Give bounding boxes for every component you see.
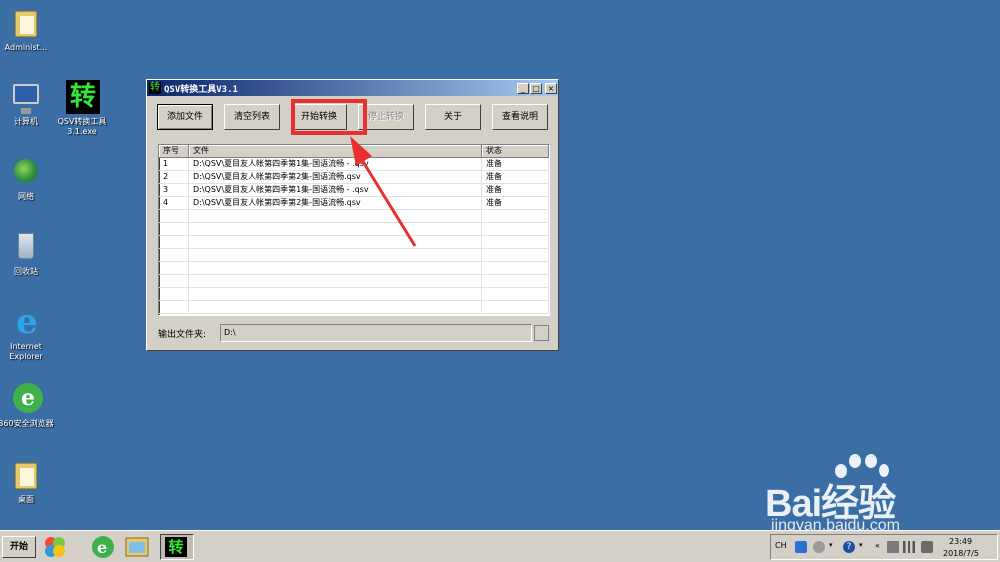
folder-icon [15,463,37,489]
row-status: 准备 [482,171,549,183]
row-file: D:\QSV\夏目友人帐第四季第1集-国语流畅 - .qsv [189,184,482,196]
system-tray: CH ▾ ? ▾ « 23:49 2018/7/5 [770,534,998,560]
row-file: D:\QSV\夏目友人帐第四季第1集-国语流畅 - .qsv [189,158,482,170]
close-button[interactable]: × [545,82,557,94]
taskbar-explorer-icon[interactable] [124,534,150,560]
app-icon: 转 [149,82,161,94]
row-index: 2 [159,171,189,183]
output-folder-row: 输出文件夹: D:\ [158,324,550,342]
clear-list-button[interactable]: 清空列表 [224,104,280,130]
show-hidden-icons-icon[interactable]: « [875,541,887,553]
desktop-icon-administrator[interactable]: Administ... [0,6,56,53]
desktop-icon-360-browser[interactable]: e 360安全浏览器 [0,382,56,429]
ime-icon[interactable] [795,541,807,553]
svg-text:e: e [97,538,107,557]
row-status: 准备 [482,184,549,196]
qsv-tool-icon: 转 [66,80,100,114]
empty-row [159,301,549,314]
clock-date[interactable]: 2018/7/5 [943,549,979,558]
maximize-button[interactable]: □ [530,82,542,94]
action-center-icon[interactable] [887,541,899,553]
taskbar-qsv-tool-button[interactable]: 转 [160,534,194,560]
desktop-icon-network[interactable]: 网络 [0,155,56,202]
table-row[interactable]: 2 D:\QSV\夏目友人帐第四季第2集-国语流畅.qsv 准备 [159,171,549,184]
taskbar-360-browser-icon[interactable]: e [90,534,116,560]
qsv-tool-icon: 转 [165,537,187,557]
table-row[interactable]: 1 D:\QSV\夏目友人帐第四季第1集-国语流畅 - .qsv 准备 [159,158,549,171]
start-button[interactable]: 开始 [2,536,36,558]
output-folder-label: 输出文件夹: [158,330,207,340]
desktop-icon-qsv-tool[interactable]: 转 QSV转换工具 3.1.exe [52,80,112,137]
desktop-icon-desktop-folder[interactable]: 桌面 [0,458,56,505]
desktop-icon-label: QSV转换工具 3.1.exe [57,117,107,136]
empty-row [159,288,549,301]
row-file: D:\QSV\夏目友人帐第四季第2集-国语流畅.qsv [189,171,482,183]
window-title: QSV转换工具V3.1 [164,84,238,95]
column-header-status[interactable]: 状态 [482,145,549,158]
network-signal-icon[interactable] [903,541,915,553]
360-browser-icon: e [13,383,43,413]
taskbar-media-icon[interactable] [42,534,68,560]
taskbar: 开始 e 转 CH ▾ ? ▾ « 23:49 2018/7/5 [0,530,1000,562]
empty-row [159,275,549,288]
table-row[interactable]: 4 D:\QSV\夏目友人帐第四季第2集-国语流畅.qsv 准备 [159,197,549,210]
row-index: 4 [159,197,189,209]
highlight-box [291,99,367,135]
qsv-converter-window: 转 QSV转换工具V3.1 _ □ × 添加文件 清空列表 开始转换 停止转换 … [146,79,559,351]
language-indicator[interactable]: CH [775,541,787,550]
desktop-icon-label: 网络 [18,192,34,201]
toolbar: 添加文件 清空列表 开始转换 停止转换 关于 查看说明 [157,99,548,135]
empty-row [159,236,549,249]
output-folder-field[interactable]: D:\ [220,324,532,342]
desktop-icon-label: 计算机 [14,117,38,126]
network-icon [14,159,38,183]
column-header-index[interactable]: 序号 [159,145,189,158]
desktop-icon-label: Internet Explorer [9,342,43,361]
desktop-icon-computer[interactable]: 计算机 [0,80,56,127]
about-button[interactable]: 关于 [425,104,481,130]
desktop-icon-label: 360安全浏览器 [0,419,54,428]
empty-row [159,223,549,236]
chevron-down-icon[interactable]: ▾ [829,541,835,553]
recycle-bin-icon [18,233,34,259]
empty-row [159,210,549,223]
row-index: 3 [159,184,189,196]
list-header: 序号 文件 状态 [159,145,549,158]
row-file: D:\QSV\夏目友人帐第四季第2集-国语流畅.qsv [189,197,482,209]
table-row[interactable]: 3 D:\QSV\夏目友人帐第四季第1集-国语流畅 - .qsv 准备 [159,184,549,197]
desktop-icon-label: 桌面 [18,495,34,504]
clock-time[interactable]: 23:49 [949,537,972,546]
help-icon[interactable]: ? [843,541,855,553]
desktop-icon-internet-explorer[interactable]: e Internet Explorer [0,305,56,362]
computer-icon [13,84,39,114]
row-index: 1 [159,158,189,170]
file-list[interactable]: 序号 文件 状态 1 D:\QSV\夏目友人帐第四季第1集-国语流畅 - .qs… [158,144,550,316]
window-titlebar[interactable]: 转 QSV转换工具V3.1 _ □ × [147,80,558,96]
baidu-watermark: Bai经验 jingyan.baidu.com [765,452,990,542]
volume-muted-icon[interactable] [921,541,933,553]
row-status: 准备 [482,158,549,170]
chevron-down-icon[interactable]: ▾ [859,541,865,553]
add-file-button[interactable]: 添加文件 [157,104,213,130]
settings-gear-icon[interactable] [813,541,825,553]
view-help-button[interactable]: 查看说明 [492,104,548,130]
empty-row [159,262,549,275]
desktop-icon-label: Administ... [4,43,48,52]
internet-explorer-icon: e [16,302,38,342]
desktop-icon-label: 回收站 [14,267,38,276]
desktop-icon-recycle-bin[interactable]: 回收站 [0,230,56,277]
user-folder-icon [15,11,37,37]
empty-row [159,249,549,262]
minimize-button[interactable]: _ [517,82,529,94]
row-status: 准备 [482,197,549,209]
column-header-file[interactable]: 文件 [189,145,482,158]
browse-button[interactable] [534,325,549,341]
